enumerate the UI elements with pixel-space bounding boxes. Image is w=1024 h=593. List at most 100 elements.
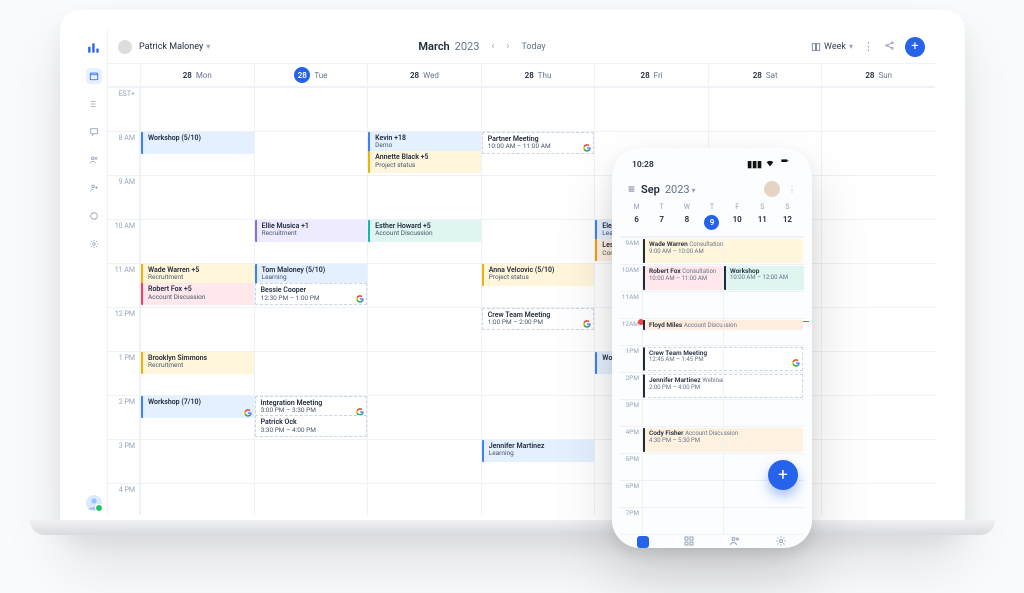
grid-cell[interactable] xyxy=(367,87,481,131)
phone-grid-cell[interactable] xyxy=(723,399,804,426)
grid-cell[interactable]: Workshop (5/10) xyxy=(140,131,254,175)
period-label[interactable]: March 2023 xyxy=(418,40,479,53)
grid-cell[interactable]: Wade Warren +5RecruitmentRobert Fox +5Ac… xyxy=(140,263,254,307)
today-button[interactable]: Today xyxy=(521,42,545,52)
grid-cell[interactable] xyxy=(821,307,935,351)
grid-cell[interactable] xyxy=(481,219,595,263)
grid-cell[interactable] xyxy=(140,87,254,131)
calendar-event[interactable]: Anna Velcovic (5/10)Project status xyxy=(482,264,595,286)
grid-cell[interactable] xyxy=(367,351,481,395)
grid-cell[interactable] xyxy=(821,351,935,395)
grid-cell[interactable] xyxy=(367,395,481,439)
nav-settings-icon[interactable] xyxy=(86,236,102,252)
grid-cell[interactable] xyxy=(367,307,481,351)
calendar-event[interactable]: Workshop (5/10) xyxy=(141,132,254,154)
phone-grid-cell[interactable]: Robert Fox Consultation10:00 AM – 11:00 … xyxy=(642,264,723,291)
phone-day-column[interactable]: M6 xyxy=(624,203,649,230)
phone-grid-cell[interactable] xyxy=(642,291,723,318)
grid-cell[interactable] xyxy=(821,439,935,483)
phone-grid-cell[interactable] xyxy=(723,318,804,345)
grid-cell[interactable]: Brooklyn SimmonsRecruitment xyxy=(140,351,254,395)
phone-day-column[interactable]: W8 xyxy=(674,203,699,230)
grid-cell[interactable] xyxy=(140,219,254,263)
grid-cell[interactable] xyxy=(140,439,254,483)
phone-grid-cell[interactable]: Wade Warren Consultation9:00 AM – 10:00 … xyxy=(642,237,723,264)
calendar-event[interactable]: Esther Howard +5Account Discussion xyxy=(368,220,481,242)
user-selector[interactable]: Patrick Maloney ▾ xyxy=(118,40,210,54)
phone-day-column[interactable]: S11 xyxy=(750,203,775,230)
grid-cell[interactable] xyxy=(140,483,254,515)
tab-services[interactable]: Services xyxy=(666,535,712,548)
prev-period-button[interactable]: ‹ xyxy=(491,41,494,52)
grid-cell[interactable]: Esther Howard +5Account Discussion xyxy=(367,219,481,263)
grid-cell[interactable] xyxy=(367,483,481,515)
grid-cell[interactable] xyxy=(821,131,935,175)
grid-cell[interactable] xyxy=(821,483,935,515)
phone-grid-cell[interactable] xyxy=(642,453,723,480)
more-menu-icon[interactable]: ⋮ xyxy=(863,40,874,53)
phone-day-column[interactable]: F10 xyxy=(725,203,750,230)
grid-cell[interactable] xyxy=(594,87,708,131)
phone-day-column[interactable]: T7 xyxy=(649,203,674,230)
grid-cell[interactable] xyxy=(821,175,935,219)
rail-user-avatar[interactable] xyxy=(86,495,102,511)
nav-users-icon[interactable] xyxy=(86,152,102,168)
grid-cell[interactable]: Integration Meeting3:00 PM – 3:30 PMPatr… xyxy=(254,395,368,439)
phone-grid-cell[interactable] xyxy=(642,480,723,507)
grid-cell[interactable] xyxy=(367,175,481,219)
grid-cell[interactable] xyxy=(140,175,254,219)
day-header[interactable]: 28Sun xyxy=(821,64,935,86)
nav-list-icon[interactable] xyxy=(86,96,102,112)
phone-grid-cell[interactable]: Crew Team Meeting12:45 AM – 1:45 PM xyxy=(642,345,723,372)
calendar-event[interactable]: Partner Meeting10:00 AM – 11:00 AM xyxy=(482,132,595,154)
day-header[interactable]: 28Fri xyxy=(594,64,708,86)
day-header[interactable]: 28Tue xyxy=(254,64,368,86)
calendar-event[interactable]: Ellie Musica +1Recruitment xyxy=(255,220,368,242)
grid-cell[interactable] xyxy=(254,307,368,351)
phone-add-event-button[interactable]: + xyxy=(768,460,798,490)
phone-grid-cell[interactable] xyxy=(723,291,804,318)
nav-automation-icon[interactable] xyxy=(86,208,102,224)
calendar-event[interactable]: Jennifer MartinezLearning xyxy=(482,440,595,462)
phone-period-label[interactable]: Sep 2023 ▾ xyxy=(641,183,696,196)
phone-day-grid[interactable]: 9AMWade Warren Consultation9:00 AM – 10:… xyxy=(620,236,804,534)
phone-grid-cell[interactable] xyxy=(723,237,804,264)
grid-cell[interactable] xyxy=(481,87,595,131)
day-header[interactable]: 28Sat xyxy=(708,64,822,86)
grid-cell[interactable] xyxy=(481,395,595,439)
calendar-event[interactable]: Robert Fox +5Account Discussion xyxy=(141,283,254,305)
grid-cell[interactable] xyxy=(254,87,368,131)
grid-cell[interactable]: Ellie Musica +1Recruitment xyxy=(254,219,368,263)
grid-cell[interactable]: Partner Meeting10:00 AM – 11:00 AM xyxy=(481,131,595,175)
phone-grid-cell[interactable] xyxy=(723,507,804,534)
grid-cell[interactable]: Anna Velcovic (5/10)Project status xyxy=(481,263,595,307)
phone-grid-cell[interactable]: Floyd Miles Account Discussion xyxy=(642,318,723,345)
day-header[interactable]: 28Wed xyxy=(367,64,481,86)
phone-grid-cell[interactable] xyxy=(723,426,804,453)
grid-cell[interactable] xyxy=(254,483,368,515)
grid-cell[interactable] xyxy=(821,87,935,131)
grid-cell[interactable] xyxy=(254,131,368,175)
grid-cell[interactable]: Workshop (7/10) xyxy=(140,395,254,439)
grid-cell[interactable]: Kevin +18DemoAnnette Black +5Project sta… xyxy=(367,131,481,175)
calendar-event[interactable]: Brooklyn SimmonsRecruitment xyxy=(141,352,254,374)
calendar-event[interactable]: Workshop (7/10) xyxy=(141,396,254,418)
tab-settings[interactable]: Settings xyxy=(758,535,804,548)
day-header[interactable]: 28Thu xyxy=(481,64,595,86)
add-event-button[interactable]: + xyxy=(905,37,925,57)
phone-event[interactable]: Workshop10:00 AM – 12:00 AM xyxy=(724,266,804,290)
phone-grid-cell[interactable]: Jennifer Martinez Webinar2:00 PM – 4:00 … xyxy=(642,372,723,399)
grid-cell[interactable]: Tom Maloney (5/10)LearningBessie Cooper1… xyxy=(254,263,368,307)
calendar-event[interactable]: Patrick Ock3:30 PM – 4:00 PM xyxy=(255,415,368,437)
grid-cell[interactable] xyxy=(481,351,595,395)
day-header[interactable]: 28Mon xyxy=(140,64,254,86)
calendar-event[interactable]: Annette Black +5Project status xyxy=(368,151,481,173)
tab-calendar[interactable]: Calendar xyxy=(620,536,666,548)
grid-cell[interactable] xyxy=(254,439,368,483)
grid-cell[interactable] xyxy=(481,483,595,515)
nav-chat-icon[interactable] xyxy=(86,124,102,140)
grid-cell[interactable]: Jennifer MartinezLearning xyxy=(481,439,595,483)
view-selector[interactable]: Week ▾ xyxy=(811,42,853,52)
phone-grid-cell[interactable] xyxy=(642,399,723,426)
grid-cell[interactable] xyxy=(821,263,935,307)
